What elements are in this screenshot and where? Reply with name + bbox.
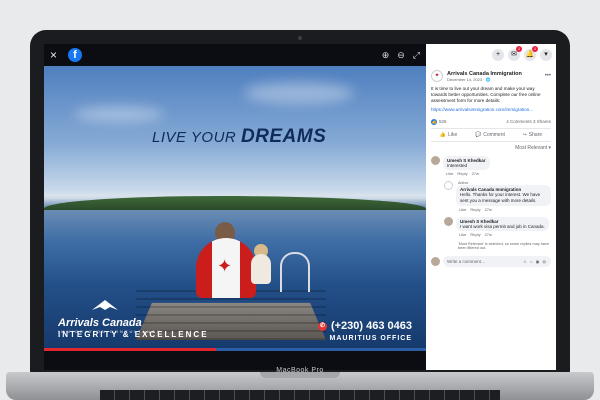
comment-reply[interactable]: Reply [457,171,467,176]
more-options-icon[interactable]: ••• [545,73,551,79]
comment-text: I want work visa permit and job in Canad… [460,223,545,229]
comment-bubble: Umesh S Khedkar Interested [443,155,490,171]
comment-button[interactable]: 💬 Comment [475,132,505,138]
comment-time[interactable]: 27w [485,207,492,212]
notifications-badge: 1 [532,46,538,52]
progress-bar[interactable] [44,348,426,351]
headline-prefix: LIVE YOUR [152,129,237,146]
canada-flag: ✦ [196,238,256,298]
share-button[interactable]: ↪ Share [523,132,543,138]
write-comment-row: Write a comment… ☺ ⌂ ▣ ◍ [426,252,556,271]
base-notch [260,372,340,378]
post-text: It is time to live out your dream and ma… [431,86,541,104]
brand-name: Arrivals Canada [58,317,142,329]
maple-leaf-icon: ✦ [217,256,233,276]
office-label: MAURITIUS OFFICE [329,335,412,342]
reply: Umesh S Khedkar I want work visa permit … [426,215,556,241]
brand-block: Arrivals Canada IMMIGRATION CONSULTANCY [58,298,162,334]
filter-note: 'Most Relevant' is selected, so some rep… [458,242,549,251]
comment-like[interactable]: Like [459,232,466,237]
comment-like[interactable]: Like [446,171,453,176]
phone-row: ✆ (+230) 463 0463 [317,320,412,332]
camera [298,36,302,40]
keyboard [100,390,500,400]
avatar[interactable] [431,155,440,165]
comment: Umesh S Khedkar Interested Like Reply 27… [426,154,556,180]
page-name[interactable]: Arrivals Canada Immigration [447,71,522,77]
phone-number: (+230) 463 0463 [330,320,412,332]
reactions[interactable]: 👍 526 [431,118,447,125]
like-button[interactable]: 👍 Like [440,132,457,138]
ad-headline: LIVE YOUR DREAMS [152,126,326,148]
create-button[interactable]: + [492,49,504,61]
comment-input[interactable]: Write a comment… ☺ ⌂ ▣ ◍ [443,256,551,268]
child [251,254,271,284]
laptop-frame: × f ⊕ ⊖ ⤢ ✦ LIVE YOUR DREAMS Arrivals Ca… [30,30,570,375]
dock-ladder [280,252,310,292]
cloud [244,82,354,104]
messenger-button[interactable]: ✉ 1 [508,46,522,61]
post-actions: 👍 Like 💬 Comment ↪ Share [431,127,551,142]
plus-icon: + [495,51,501,58]
cloud [74,106,164,122]
phone-icon: ✆ [317,321,327,331]
messenger-icon: ✉ [511,51,517,58]
chevron-down-icon: ▾ [544,51,548,58]
zoom-in-icon[interactable]: ⊕ [382,50,390,61]
screen: × f ⊕ ⊖ ⤢ ✦ LIVE YOUR DREAMS Arrivals Ca… [44,44,556,370]
like-label: Like [448,131,458,138]
share-icon: ↪ [522,131,527,138]
comment-like[interactable]: Like [459,207,466,212]
avatar[interactable] [444,216,453,226]
reply: Author Arrivals Canada Immigration Hello… [426,179,556,214]
avatar[interactable] [431,257,440,267]
notifications-button[interactable]: 🔔 1 [524,46,538,61]
comment-reply[interactable]: Reply [470,207,480,212]
comment-reply[interactable]: Reply [470,232,480,237]
treeline [44,196,426,210]
post-panel: + ✉ 1 🔔 1 ▾ ✦ Arrivals Canada Immigration … [426,44,556,370]
comment-text: Hello. Thanks for your interest. We have… [460,192,541,203]
close-icon[interactable]: × [50,48,62,62]
viewer-toolbar: × f ⊕ ⊖ ⤢ [44,44,426,66]
comment-time[interactable]: 27w [485,232,492,237]
facebook-logo-icon[interactable]: f [68,48,82,62]
page-avatar[interactable]: ✦ [431,70,443,82]
post-stats: 👍 526 4 Comments 3 Shares [426,113,556,128]
headline-emphasis: DREAMS [240,126,327,147]
bell-icon: 🔔 [525,51,535,58]
comment-bubble: Arrivals Canada Immigration Hello. Thank… [456,185,551,206]
fullscreen-icon[interactable]: ⤢ [413,50,420,61]
like-reaction-icon: 👍 [431,118,437,125]
comments-shares[interactable]: 4 Comments 3 Shares [506,119,551,125]
messenger-badge: 1 [516,46,522,52]
post-date[interactable]: December 14, 2023 · 🌐 [447,77,522,82]
reaction-count: 526 [439,119,447,125]
ad-image[interactable]: ✦ LIVE YOUR DREAMS Arrivals Canada IMMIG… [44,66,426,348]
avatar[interactable] [444,181,453,191]
comment-bubble: Umesh S Khedkar I want work visa permit … [456,216,549,232]
comment-meta: Like Reply 27w [443,170,490,177]
thumbs-up-icon: 👍 [439,131,447,138]
comment-input-placeholder: Write a comment… [447,259,486,265]
comment-label: Comment [483,131,505,138]
viewer-tools: ⊕ ⊖ ⤢ [382,50,420,61]
comment-text: Interested [447,162,468,168]
tagline: INTEGRITY & EXCELLENCE [58,330,209,339]
comment-meta: Like Reply 27w [456,231,549,238]
maple-logo-icon [92,300,118,310]
share-label: Share [528,131,543,138]
comment-time[interactable]: 27w [472,171,479,176]
progress-fill [44,348,216,351]
comment-icon: 💬 [474,131,482,138]
account-menu-button[interactable]: ▾ [540,49,552,61]
panel-toolbar: + ✉ 1 🔔 1 ▾ [426,44,556,66]
comment-meta: Like Reply 27w [456,206,551,213]
post-header: ✦ Arrivals Canada Immigration December 1… [426,66,556,84]
zoom-out-icon[interactable]: ⊖ [397,50,405,61]
photo-viewer: × f ⊕ ⊖ ⤢ ✦ LIVE YOUR DREAMS Arrivals Ca… [44,44,426,370]
emoji-icon[interactable]: ☺ ⌂ ▣ ◍ [523,259,547,264]
comment-sort[interactable]: Most Relevant ▾ [426,142,556,154]
